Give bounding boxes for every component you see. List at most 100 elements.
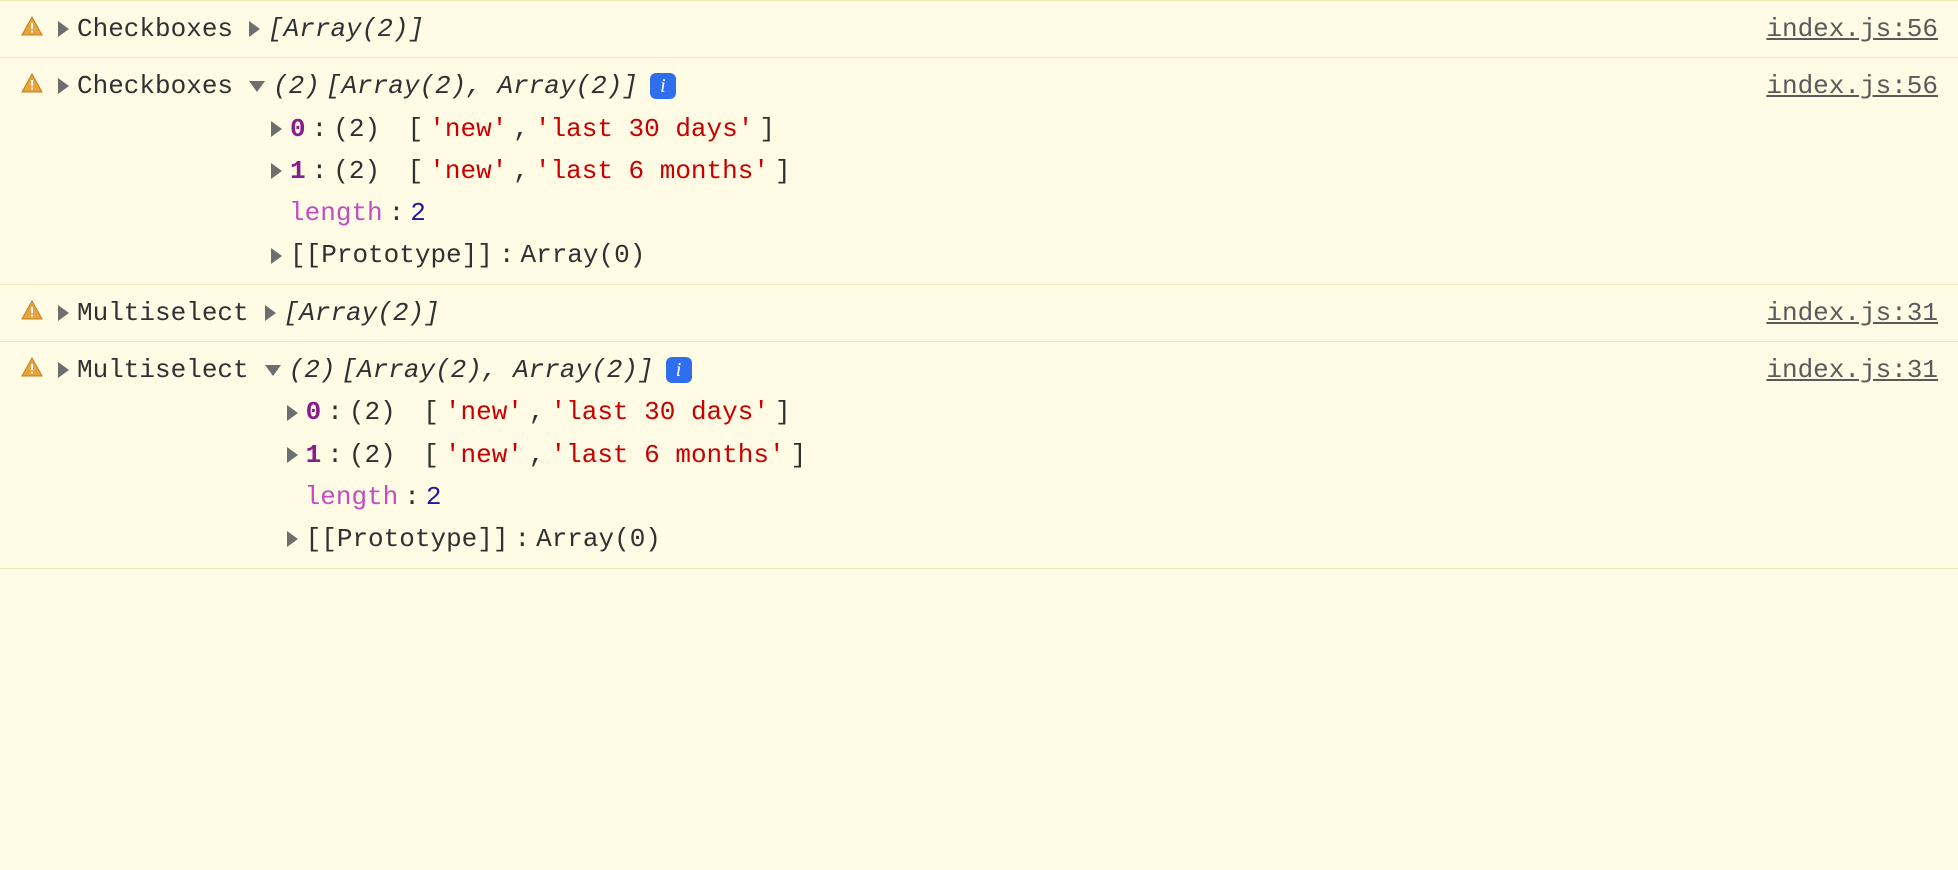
chevron-right-icon[interactable] xyxy=(265,305,276,321)
bracket-open: [ xyxy=(408,109,424,149)
length-value: 2 xyxy=(410,193,426,233)
object-header[interactable]: (2) [Array(2), Array(2)] i xyxy=(249,66,676,106)
item-count: (2) xyxy=(349,435,396,475)
string-value: 'last 30 days' xyxy=(535,109,753,149)
object-children: 0: (2) ['new', 'last 30 days'] 1: (2) ['… xyxy=(265,392,807,559)
console-warning-row: Checkboxes [Array(2)] index.js:56 xyxy=(0,0,1958,58)
chevron-right-icon[interactable] xyxy=(271,163,282,179)
length-key: length xyxy=(289,193,383,233)
chevron-right-icon[interactable] xyxy=(287,405,298,421)
chevron-right-icon[interactable] xyxy=(287,531,298,547)
message-body: Multiselect (2) [Array(2), Array(2)] i 0… xyxy=(58,350,1712,559)
length-property: length: 2 xyxy=(271,193,791,233)
string-value: 'new' xyxy=(429,151,507,191)
warning-icon xyxy=(20,15,44,39)
length-property: length: 2 xyxy=(287,477,807,517)
separator: , xyxy=(513,109,529,149)
value-block: [Array(2)] xyxy=(265,293,440,333)
message-body: Multiselect [Array(2)] xyxy=(58,293,1712,333)
object-label[interactable]: Checkboxes xyxy=(58,66,233,106)
chevron-right-icon[interactable] xyxy=(271,121,282,137)
info-icon[interactable]: i xyxy=(666,357,692,383)
separator: , xyxy=(529,435,545,475)
item-index: 0 xyxy=(306,392,322,432)
object-header[interactable]: [Array(2)] xyxy=(249,9,424,49)
object-label[interactable]: Multiselect xyxy=(58,293,249,333)
item-index: 1 xyxy=(306,435,322,475)
label-text: Multiselect xyxy=(77,293,249,333)
chevron-right-icon[interactable] xyxy=(58,362,69,378)
warning-icon xyxy=(20,72,44,96)
array-item[interactable]: 1: (2) ['new', 'last 6 months'] xyxy=(287,435,807,475)
value-block: (2) [Array(2), Array(2)] i 0: (2) ['new'… xyxy=(265,350,807,559)
prototype-property[interactable]: [[Prototype]]: Array(0) xyxy=(271,235,791,275)
message-body: Checkboxes (2) [Array(2), Array(2)] i 0:… xyxy=(58,66,1712,275)
chevron-right-icon[interactable] xyxy=(271,248,282,264)
bracket-close: ] xyxy=(775,151,791,191)
bracket-close: ] xyxy=(775,392,791,432)
colon: : xyxy=(404,477,420,517)
warning-icon xyxy=(20,356,44,380)
label-text: Multiselect xyxy=(77,350,249,390)
string-value: 'new' xyxy=(429,109,507,149)
length-value: 2 xyxy=(426,477,442,517)
colon: : xyxy=(499,235,515,275)
chevron-right-icon[interactable] xyxy=(58,21,69,37)
separator: , xyxy=(513,151,529,191)
prototype-value: Array(0) xyxy=(536,519,661,559)
prototype-key: [[Prototype]] xyxy=(290,235,493,275)
source-link[interactable]: index.js:56 xyxy=(1726,9,1938,49)
string-value: 'new' xyxy=(445,435,523,475)
chevron-right-icon[interactable] xyxy=(58,78,69,94)
item-index: 1 xyxy=(290,151,306,191)
label-text: Checkboxes xyxy=(77,66,233,106)
item-count: (2) xyxy=(333,151,380,191)
colon: : xyxy=(514,519,530,559)
value-block: (2) [Array(2), Array(2)] i 0: (2) ['new'… xyxy=(249,66,791,275)
bracket-open: [ xyxy=(423,392,439,432)
info-icon[interactable]: i xyxy=(650,73,676,99)
chevron-right-icon[interactable] xyxy=(249,21,260,37)
bracket-open: [ xyxy=(423,435,439,475)
array-item[interactable]: 1: (2) ['new', 'last 6 months'] xyxy=(271,151,791,191)
colon: : xyxy=(312,151,328,191)
item-count: (2) xyxy=(333,109,380,149)
string-value: 'last 6 months' xyxy=(535,151,769,191)
colon: : xyxy=(389,193,405,233)
colon: : xyxy=(327,435,343,475)
source-link[interactable]: index.js:31 xyxy=(1726,293,1938,333)
label-text: Checkboxes xyxy=(77,9,233,49)
chevron-down-icon[interactable] xyxy=(265,365,281,376)
object-header[interactable]: [Array(2)] xyxy=(265,293,440,333)
chevron-right-icon[interactable] xyxy=(287,447,298,463)
array-preview: [Array(2), Array(2)] xyxy=(326,66,638,106)
item-count: (2) xyxy=(349,392,396,432)
prototype-property[interactable]: [[Prototype]]: Array(0) xyxy=(287,519,807,559)
console-warning-row: Multiselect (2) [Array(2), Array(2)] i 0… xyxy=(0,342,1958,568)
object-header[interactable]: (2) [Array(2), Array(2)] i xyxy=(265,350,692,390)
warning-icon xyxy=(20,299,44,323)
object-children: 0: (2) ['new', 'last 30 days'] 1: (2) ['… xyxy=(249,109,791,276)
chevron-down-icon[interactable] xyxy=(249,81,265,92)
source-link[interactable]: index.js:31 xyxy=(1726,350,1938,390)
console-warning-row: Multiselect [Array(2)] index.js:31 xyxy=(0,285,1958,342)
array-count: (2) xyxy=(273,66,320,106)
object-label[interactable]: Checkboxes xyxy=(58,9,233,49)
bracket-close: ] xyxy=(759,109,775,149)
array-item[interactable]: 0: (2) ['new', 'last 30 days'] xyxy=(287,392,807,432)
array-count: (2) xyxy=(289,350,336,390)
console-warning-row: Checkboxes (2) [Array(2), Array(2)] i 0:… xyxy=(0,58,1958,284)
array-preview: [Array(2), Array(2)] xyxy=(341,350,653,390)
length-key: length xyxy=(305,477,399,517)
value-block: [Array(2)] xyxy=(249,9,424,49)
message-body: Checkboxes [Array(2)] xyxy=(58,9,1712,49)
item-index: 0 xyxy=(290,109,306,149)
bracket-open: [ xyxy=(408,151,424,191)
source-link[interactable]: index.js:56 xyxy=(1726,66,1938,106)
chevron-right-icon[interactable] xyxy=(58,305,69,321)
array-item[interactable]: 0: (2) ['new', 'last 30 days'] xyxy=(271,109,791,149)
string-value: 'new' xyxy=(445,392,523,432)
object-label[interactable]: Multiselect xyxy=(58,350,249,390)
array-preview: [Array(2)] xyxy=(284,293,440,333)
string-value: 'last 30 days' xyxy=(551,392,769,432)
